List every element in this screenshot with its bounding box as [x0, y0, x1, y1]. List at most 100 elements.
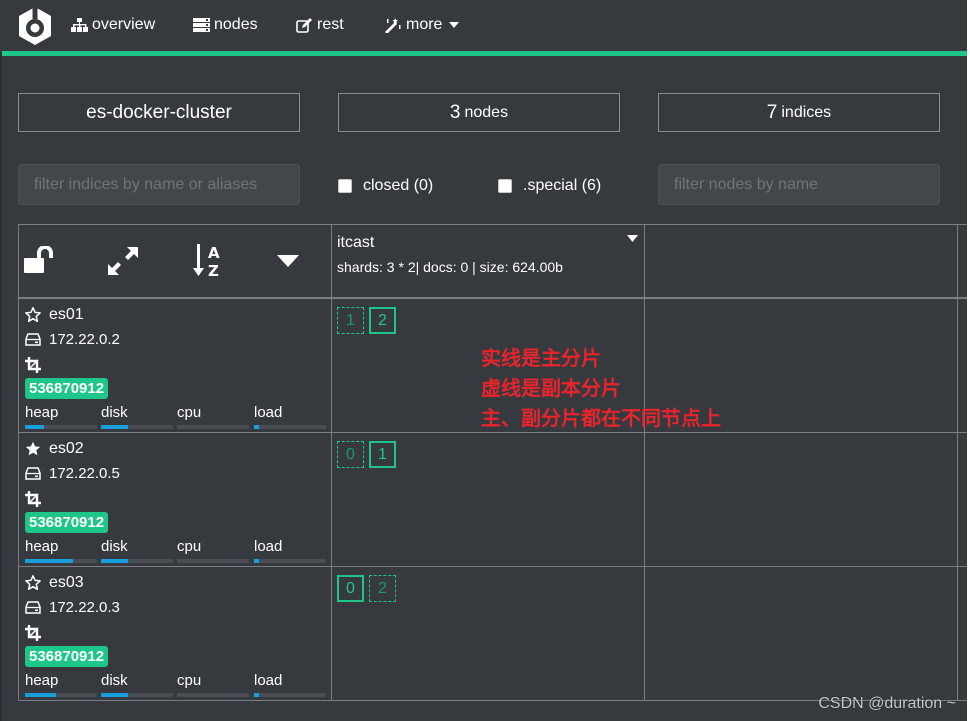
node-name-line: es01	[25, 306, 84, 324]
unlock-icon[interactable]	[24, 246, 56, 274]
watermark: CSDN @duration ~	[818, 695, 956, 712]
metric-label: disk	[101, 404, 128, 421]
elasticsearch-head-logo[interactable]	[16, 6, 54, 46]
star-filled-icon	[25, 441, 41, 456]
grid-col-divider-2	[644, 224, 645, 701]
metric-label: cpu	[177, 404, 202, 421]
node-row: es03 172.22.0.3 536870912 heap disk cpu load	[19, 567, 331, 700]
node-ip-line: 172.22.0.5	[25, 465, 120, 482]
node-ip: 172.22.0.5	[49, 465, 120, 482]
filter-indices-input[interactable]	[18, 164, 300, 205]
annotation-line-3: 主、副分片都在不同节点上	[481, 406, 721, 430]
metric-label: heap	[25, 538, 59, 555]
indices-count-label: indices	[781, 103, 832, 121]
expand-icon[interactable]	[107, 246, 139, 276]
crop-icon[interactable]	[25, 625, 41, 641]
annotation-line-2: 虚线是副本分片	[481, 376, 621, 400]
nodes-count: 3	[449, 101, 461, 123]
closed-checkbox[interactable]: closed (0)	[338, 176, 433, 196]
node-badge: 536870912	[25, 512, 109, 533]
index-menu-caret-icon[interactable]	[627, 235, 638, 242]
filter-nodes-input[interactable]	[658, 164, 940, 205]
nav-nodes-label: nodes	[214, 16, 258, 33]
primary-shard[interactable]: 0	[337, 575, 364, 602]
metric-bar-fill	[101, 559, 128, 563]
left-edge	[0, 0, 2, 721]
node-name[interactable]: es01	[49, 306, 84, 324]
metric-bar	[101, 425, 173, 429]
special-checkbox[interactable]: .special (6)	[498, 176, 601, 196]
svg-text:Z: Z	[208, 262, 219, 279]
node-name-line: es02	[25, 440, 84, 458]
metric-cpu: cpu	[177, 672, 249, 697]
metric-bar-fill	[254, 693, 260, 697]
metric-bar-fill	[101, 693, 128, 697]
indices-count: 7	[766, 101, 778, 123]
nav-rest[interactable]: rest	[296, 14, 344, 36]
metric-load: load	[254, 672, 326, 697]
annotation-line-1: 实线是主分片	[481, 346, 601, 370]
replica-shard[interactable]: 2	[369, 575, 396, 602]
metric-label: cpu	[177, 672, 202, 689]
replica-shard[interactable]: 0	[337, 441, 364, 468]
node-actions-line	[25, 357, 49, 373]
metric-bar	[101, 559, 173, 563]
sitemap-icon	[71, 18, 88, 32]
metric-bar	[101, 693, 173, 697]
node-badge: 536870912	[25, 646, 109, 667]
index-name[interactable]: itcast	[337, 234, 374, 252]
nav-overview[interactable]: overview	[71, 14, 155, 36]
metric-disk: disk	[101, 672, 173, 697]
nav-rest-label: rest	[317, 16, 344, 33]
metric-disk: disk	[101, 404, 173, 429]
star-icon	[25, 575, 41, 591]
nodes-count-label: nodes	[464, 103, 509, 121]
star-icon	[25, 307, 41, 323]
hdd-icon	[25, 467, 41, 480]
metric-bar	[25, 425, 97, 429]
metric-bar-fill	[25, 693, 56, 697]
nav-nodes[interactable]: nodes	[193, 14, 258, 36]
metric-bar-fill	[25, 559, 74, 563]
crop-icon[interactable]	[25, 357, 41, 373]
replica-shard[interactable]: 1	[337, 307, 364, 334]
special-checkbox-box[interactable]	[498, 179, 512, 193]
caret-down-icon	[449, 22, 460, 28]
svg-text:A: A	[208, 244, 220, 262]
edit-icon	[296, 17, 312, 33]
nav-more[interactable]: more	[384, 14, 463, 36]
metric-bar	[177, 693, 249, 697]
metric-label: disk	[101, 538, 128, 555]
nav-more-label: more	[406, 16, 443, 33]
closed-checkbox-box[interactable]	[338, 179, 352, 193]
metric-label: load	[254, 538, 283, 555]
primary-shard[interactable]: 2	[369, 307, 396, 334]
node-name[interactable]: es03	[49, 574, 84, 592]
node-name[interactable]: es02	[49, 440, 84, 458]
indices-count-box: 7 indices	[658, 93, 940, 132]
metric-bar	[254, 559, 326, 563]
crop-icon[interactable]	[25, 491, 41, 507]
cluster-name: es-docker-cluster	[86, 101, 232, 123]
metric-heap: heap	[25, 672, 97, 697]
metric-bar	[254, 693, 326, 697]
node-ip-line: 172.22.0.3	[25, 599, 120, 616]
primary-shard[interactable]: 1	[369, 441, 396, 468]
server-icon	[193, 18, 210, 32]
metric-heap: heap	[25, 404, 97, 429]
metric-bar	[25, 559, 97, 563]
magic-wand-icon	[385, 18, 401, 33]
node-ip-line: 172.22.0.2	[25, 331, 120, 348]
metric-load: load	[254, 538, 326, 563]
sort-alpha-icon[interactable]: A Z	[193, 243, 227, 279]
metric-bar	[177, 559, 249, 563]
index-meta: shards: 3 * 2| docs: 0 | size: 624.00b	[337, 259, 563, 275]
node-name-line: es03	[25, 574, 84, 592]
node-badge: 536870912	[25, 378, 109, 399]
navbar-accent-bar	[2, 51, 967, 56]
metric-label: load	[254, 672, 283, 689]
caret-down-icon[interactable]	[277, 255, 299, 267]
nav-overview-label: overview	[92, 16, 156, 33]
metric-cpu: cpu	[177, 538, 249, 563]
metric-bar	[177, 425, 249, 429]
